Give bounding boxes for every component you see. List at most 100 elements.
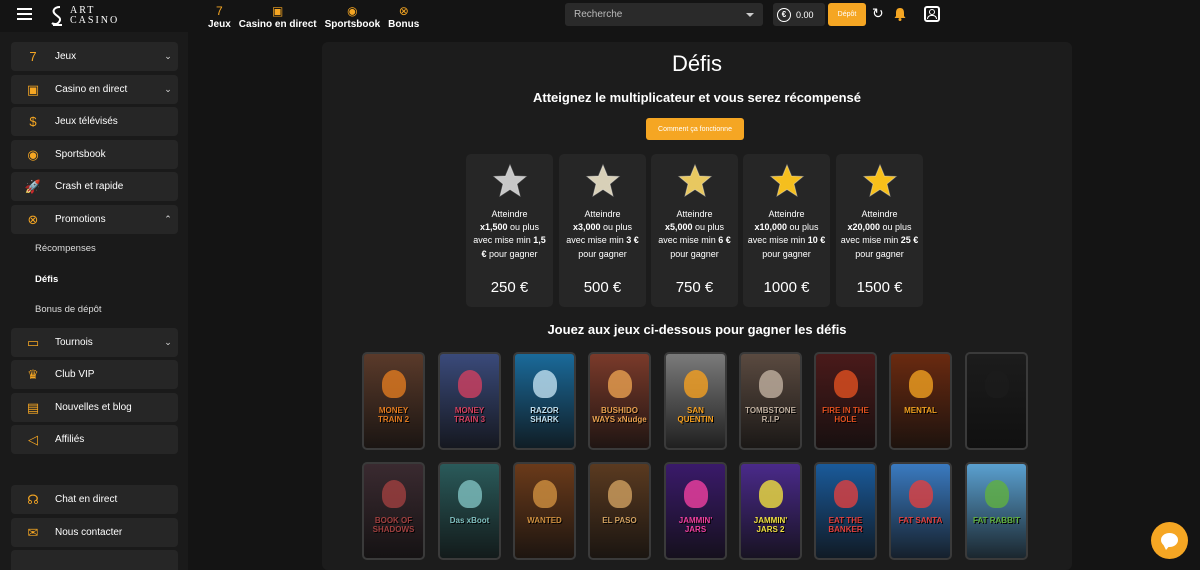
game-art xyxy=(684,480,708,508)
cards-icon: ▣ xyxy=(272,4,284,18)
game-title: JAMMIN' JARS 2 xyxy=(753,516,788,534)
challenge-multiplier: x10,000 xyxy=(754,222,787,233)
game-tile[interactable]: BUSHIDO WAYS xNudge xyxy=(588,352,651,450)
game-tile[interactable]: JAMMIN' JARS 2 xyxy=(739,462,802,560)
game-tile[interactable]: EAT THE BANKER xyxy=(814,462,877,560)
challenge-reward: 1000 € xyxy=(763,279,810,296)
euro-icon: € xyxy=(777,7,791,22)
game-title: MENTAL xyxy=(904,406,937,415)
sidebar-item-promotions[interactable]: ⊗ Promotions ⌃ xyxy=(11,205,178,234)
basketball-icon: ◉ xyxy=(347,4,358,18)
chevron-down-icon[interactable]: ⌄ xyxy=(158,337,178,348)
game-title: FAT RABBIT xyxy=(973,516,1020,525)
game-tile[interactable]: JAMMIN' JARS xyxy=(664,462,727,560)
challenge-description: Atteindre x5,000 ou plus avec mise min 6 … xyxy=(655,208,734,261)
topnav-sportsbook[interactable]: ◉ Sportsbook xyxy=(321,0,385,30)
game-tile[interactable]: RAZOR SHARK xyxy=(513,352,576,450)
refresh-icon[interactable]: ↻ xyxy=(872,6,884,20)
game-tile[interactable]: FAT SANTA xyxy=(889,462,952,560)
challenge-reward: 250 € xyxy=(490,279,529,296)
ticket-icon: ▭ xyxy=(26,335,40,350)
sidebar-item-chat-en-direct[interactable]: ☊ Chat en direct xyxy=(11,485,178,514)
game-tile[interactable]: SAN QUENTIN xyxy=(664,352,727,450)
game-tile[interactable]: MONEY TRAIN 2 xyxy=(362,352,425,450)
game-title: BUSHIDO WAYS xNudge xyxy=(592,406,647,424)
sidebar-subitem-recompenses[interactable]: Récompenses xyxy=(35,243,96,254)
challenge-description: Atteindre x10,000 ou plus avec mise min 1… xyxy=(747,208,826,261)
sidebar-subitem-bonus-de-depot[interactable]: Bonus de dépôt xyxy=(35,304,102,315)
page-subtitle: Atteignez le multiplicateur et vous sere… xyxy=(533,90,861,105)
game-art xyxy=(834,370,858,398)
sidebar-item-jeux-televises[interactable]: $ Jeux télévisés xyxy=(11,107,178,136)
challenge-reach: Atteindre xyxy=(768,209,805,219)
game-art xyxy=(608,480,632,508)
games-section-title: Jouez aux jeux ci-dessous pour gagner le… xyxy=(547,322,847,337)
game-tile[interactable]: WANTED xyxy=(513,462,576,560)
top-nav: 7 Jeux ▣ Casino en direct ◉ Sportsbook ⊗… xyxy=(204,0,423,32)
chevron-down-icon[interactable] xyxy=(746,12,754,17)
topnav-label: Jeux xyxy=(208,19,231,30)
game-tile[interactable]: EL PASO xyxy=(588,462,651,560)
topnav-casino-en-direct[interactable]: ▣ Casino en direct xyxy=(235,0,321,30)
chevron-down-icon[interactable]: ⌄ xyxy=(158,51,178,62)
game-title: EAT THE BANKER xyxy=(828,516,863,534)
sidebar-item-label: Nouvelles et blog xyxy=(55,402,132,413)
topnav-jeux[interactable]: 7 Jeux xyxy=(204,0,235,30)
game-tile[interactable]: MENTAL xyxy=(889,352,952,450)
sidebar-item-tournois[interactable]: ▭ Tournois ⌄ xyxy=(11,328,178,357)
topnav-bonus[interactable]: ⊗ Bonus xyxy=(384,0,423,30)
account-icon[interactable] xyxy=(924,6,940,22)
challenge-card: Atteindre x10,000 ou plus avec mise min 1… xyxy=(743,154,830,307)
challenge-min-stake: 25 € xyxy=(900,235,919,246)
challenge-description: Atteindre x1,500 ou plus avec mise min 1,… xyxy=(470,208,549,261)
logo-text: ART CASINO xyxy=(70,6,119,26)
deposit-button[interactable]: Dépôt xyxy=(828,3,866,26)
menu-icon[interactable] xyxy=(17,8,32,20)
sidebar-item-crash-et-rapide[interactable]: 🚀 Crash et rapide xyxy=(11,172,178,201)
challenge-description: Atteindre x20,000 ou plus avec mise min 2… xyxy=(840,208,919,261)
game-tile[interactable]: MONEY TRAIN 3 xyxy=(438,352,501,450)
wallet-balance[interactable]: € 0.00 xyxy=(773,3,825,26)
game-title: WANTED xyxy=(527,516,562,525)
sidebar-item-label: Jeux xyxy=(55,51,77,62)
chevron-up-icon[interactable]: ⌃ xyxy=(158,214,178,225)
sidebar-item-club-vip[interactable]: ♛ Club VIP xyxy=(11,360,178,389)
game-tile[interactable] xyxy=(965,352,1028,450)
search-input[interactable] xyxy=(574,9,734,20)
rocket-icon: 🚀 xyxy=(24,179,42,194)
challenge-multiplier: x5,000 xyxy=(664,222,693,233)
sidebar-item-sportsbook[interactable]: ◉ Sportsbook xyxy=(11,140,178,169)
game-tile[interactable]: TOMBSTONE R.I.P xyxy=(739,352,802,450)
topnav-label: Sportsbook xyxy=(324,19,381,30)
star-icon xyxy=(677,163,713,198)
sidebar-item-label: Club VIP xyxy=(55,369,95,380)
game-tile[interactable]: FAT RABBIT xyxy=(965,462,1028,560)
bell-icon[interactable] xyxy=(893,7,907,21)
logo[interactable]: ART CASINO xyxy=(50,3,119,29)
sidebar-item-label: Nous contacter xyxy=(55,527,123,538)
challenge-reward: 750 € xyxy=(675,279,714,296)
game-tile[interactable]: Das xBoot xyxy=(438,462,501,560)
game-title: FIRE IN THE HOLE xyxy=(822,406,869,424)
search-box[interactable] xyxy=(565,3,763,26)
cards-icon: ▣ xyxy=(26,82,40,97)
chat-icon: ✉ xyxy=(27,525,39,540)
sidebar-subitem-defis[interactable]: Défis xyxy=(35,274,58,285)
sidebar-item-casino-en-direct[interactable]: ▣ Casino en direct ⌄ xyxy=(11,75,178,104)
sidebar-item-nous-contacter[interactable]: ✉ Nous contacter xyxy=(11,518,178,547)
live-chat-bubble-icon[interactable] xyxy=(1151,522,1188,559)
sidebar-item-affilies[interactable]: ◁ Affiliés xyxy=(11,425,178,454)
challenge-description: Atteindre x3,000 ou plus avec mise min 3 … xyxy=(563,208,642,261)
sidebar-item-partial[interactable] xyxy=(11,550,178,570)
game-tile[interactable]: BOOK OF SHADOWS xyxy=(362,462,425,560)
sidebar-item-label: Tournois xyxy=(55,337,93,348)
game-art xyxy=(985,480,1009,508)
sidebar-item-jeux[interactable]: 7 Jeux ⌄ xyxy=(11,42,178,71)
game-art xyxy=(684,370,708,398)
game-tile[interactable]: FIRE IN THE HOLE xyxy=(814,352,877,450)
game-art xyxy=(458,370,482,398)
sidebar-item-nouvelles-et-blog[interactable]: ▤ Nouvelles et blog xyxy=(11,393,178,422)
game-art xyxy=(909,370,933,398)
how-it-works-button[interactable]: Comment ça fonctionne xyxy=(646,118,744,140)
chevron-down-icon[interactable]: ⌄ xyxy=(158,84,178,95)
